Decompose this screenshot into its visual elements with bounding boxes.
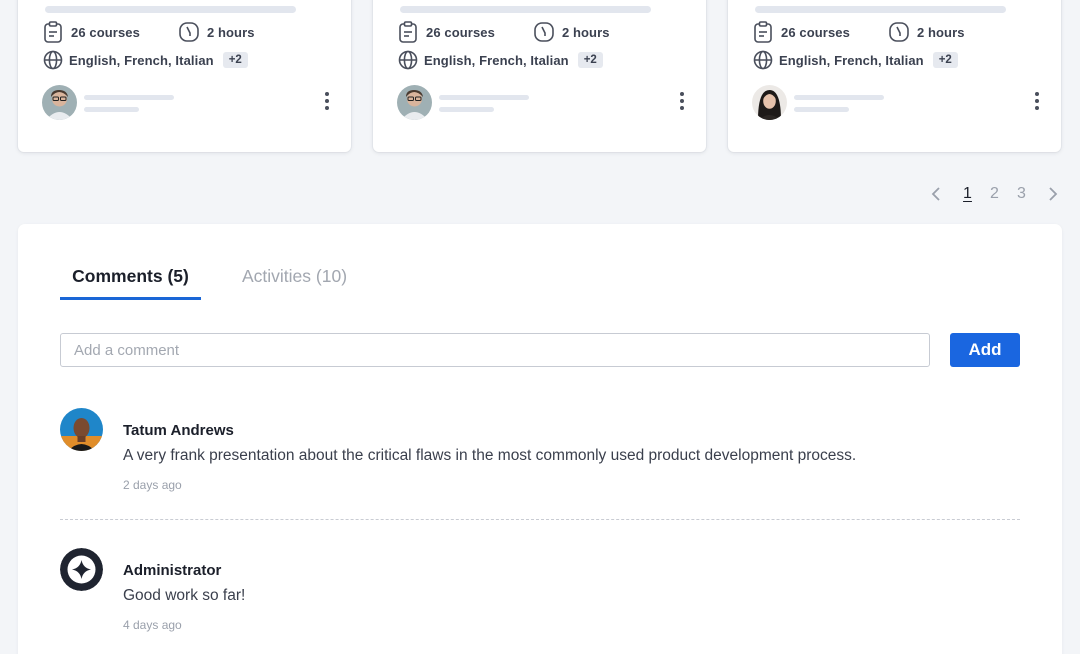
courses-count: 26 courses [398,21,495,43]
course-card[interactable]: 26 courses 2 hours English, French, Ital… [18,0,351,152]
comments-panel: Comments (5) Activities (10) Add Tatum A… [18,224,1062,654]
languages-label: English, French, Italian [779,52,924,68]
duration: 2 hours [534,22,610,42]
courses-count: 26 courses [753,21,850,43]
card-footer [42,85,332,121]
comment-text: Good work so far! [123,587,246,604]
comment-timestamp: 4 days ago [123,618,182,632]
tab-activities[interactable]: Activities (10) [242,266,347,300]
chevron-right-icon[interactable] [1045,182,1061,206]
courses-count: 26 courses [43,21,140,43]
clock-icon [534,22,554,42]
globe-icon [398,50,418,70]
course-card-grid: 26 courses 2 hours English, French, Ital… [18,0,1062,153]
avatar [397,85,432,120]
card-meta-row: 26 courses 2 hours [43,21,272,43]
courses-count-label: 26 courses [426,24,495,40]
globe-icon [43,50,63,70]
page-2[interactable]: 2 [981,185,1008,203]
card-languages-row: English, French, Italian +2 [398,50,603,70]
clipboard-icon [44,21,62,43]
author-sub-placeholder [84,107,139,112]
tab-comments[interactable]: Comments (5) [60,266,201,300]
course-card[interactable]: 26 courses 2 hours English, French, Ital… [728,0,1061,152]
pagination: 1 2 3 [928,182,1061,206]
more-options-icon[interactable] [1032,92,1042,114]
card-footer [397,85,687,121]
extra-languages-badge: +2 [577,52,603,68]
extra-languages-badge: +2 [932,52,958,68]
avatar [752,85,787,120]
card-languages-row: English, French, Italian +2 [43,50,248,70]
languages-label: English, French, Italian [69,52,214,68]
clock-icon [179,22,199,42]
courses-count-label: 26 courses [781,24,850,40]
tab-bar: Comments (5) Activities (10) [60,266,460,300]
title-placeholder [45,6,296,13]
author-placeholder [84,95,174,100]
author-sub-placeholder [794,107,849,112]
comment-author: Administrator [123,562,222,579]
clock-icon [889,22,909,42]
title-placeholder [755,6,1006,13]
duration-label: 2 hours [561,24,610,40]
author-placeholder [439,95,529,100]
card-meta-row: 26 courses 2 hours [753,21,982,43]
extra-languages-badge: +2 [222,52,248,68]
chevron-left-icon[interactable] [928,182,944,206]
clipboard-icon [754,21,772,43]
add-comment-button[interactable]: Add [950,333,1020,367]
clipboard-icon [399,21,417,43]
comment-divider [60,519,1020,520]
avatar [60,408,103,451]
page-1[interactable]: 1 [954,185,981,203]
courses-count-label: 26 courses [71,24,140,40]
duration-label: 2 hours [916,24,965,40]
duration: 2 hours [179,22,255,42]
title-placeholder [400,6,651,13]
comment-text: A very frank presentation about the crit… [123,447,857,464]
more-options-icon[interactable] [322,92,332,114]
comment-input[interactable] [60,333,930,367]
duration-label: 2 hours [206,24,255,40]
globe-icon [753,50,773,70]
languages-label: English, French, Italian [424,52,569,68]
avatar [42,85,77,120]
author-placeholder [794,95,884,100]
card-languages-row: English, French, Italian +2 [753,50,958,70]
comment-timestamp: 2 days ago [123,478,182,492]
card-footer [752,85,1042,121]
course-card[interactable]: 26 courses 2 hours English, French, Ital… [373,0,706,152]
admin-logo-icon [60,548,103,591]
author-sub-placeholder [439,107,494,112]
duration: 2 hours [889,22,965,42]
more-options-icon[interactable] [677,92,687,114]
page-3[interactable]: 3 [1008,185,1035,203]
comment-author: Tatum Andrews [123,422,234,439]
card-meta-row: 26 courses 2 hours [398,21,627,43]
